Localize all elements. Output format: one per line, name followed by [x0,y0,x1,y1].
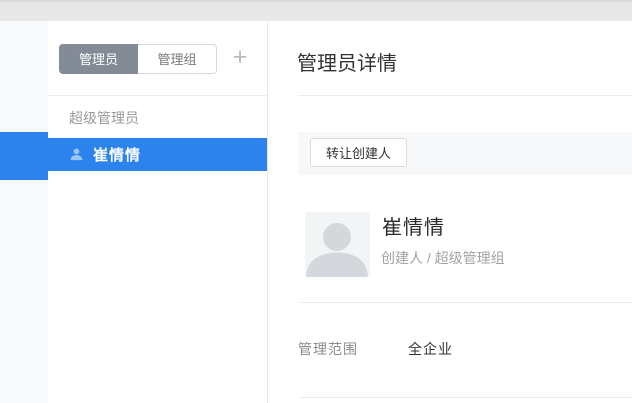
profile-divider [300,302,632,303]
scope-field-label: 管理范围 [298,339,358,359]
user-icon [69,147,84,162]
transfer-creator-button[interactable]: 转让创建人 [310,138,407,167]
avatar-placeholder-icon [305,212,370,277]
page-title: 管理员详情 [297,47,397,76]
admin-detail-panel: 管理员详情 转让创建人 崔情情 创建人 / 超级管理组 管理范围 全企业 [268,21,632,403]
field-divider [300,397,632,398]
sidebar-item-label: 崔情情 [93,144,141,165]
admin-sidebar: 管理员 管理组 + 超级管理员 崔情情 [48,21,268,403]
avatar [305,212,370,277]
admin-type-tabs: 管理员 管理组 [59,44,217,74]
sidebar-divider [48,95,267,96]
tab-admin-groups[interactable]: 管理组 [138,44,217,74]
sidebar-item-admin-selected[interactable]: 崔情情 [48,138,267,171]
plus-icon: + [233,43,248,71]
sidebar-group-label[interactable]: 超级管理员 [69,108,139,128]
tab-admins[interactable]: 管理员 [59,44,138,74]
top-bar [0,0,632,21]
nav-rail-active-item[interactable] [0,132,48,180]
title-divider [298,95,632,96]
action-strip: 转让创建人 [298,132,632,175]
nav-rail [0,21,48,403]
add-admin-button[interactable]: + [225,44,255,74]
scope-field-value: 全企业 [408,339,453,359]
profile-name: 崔情情 [382,211,445,240]
profile-role: 创建人 / 超级管理组 [381,248,505,268]
